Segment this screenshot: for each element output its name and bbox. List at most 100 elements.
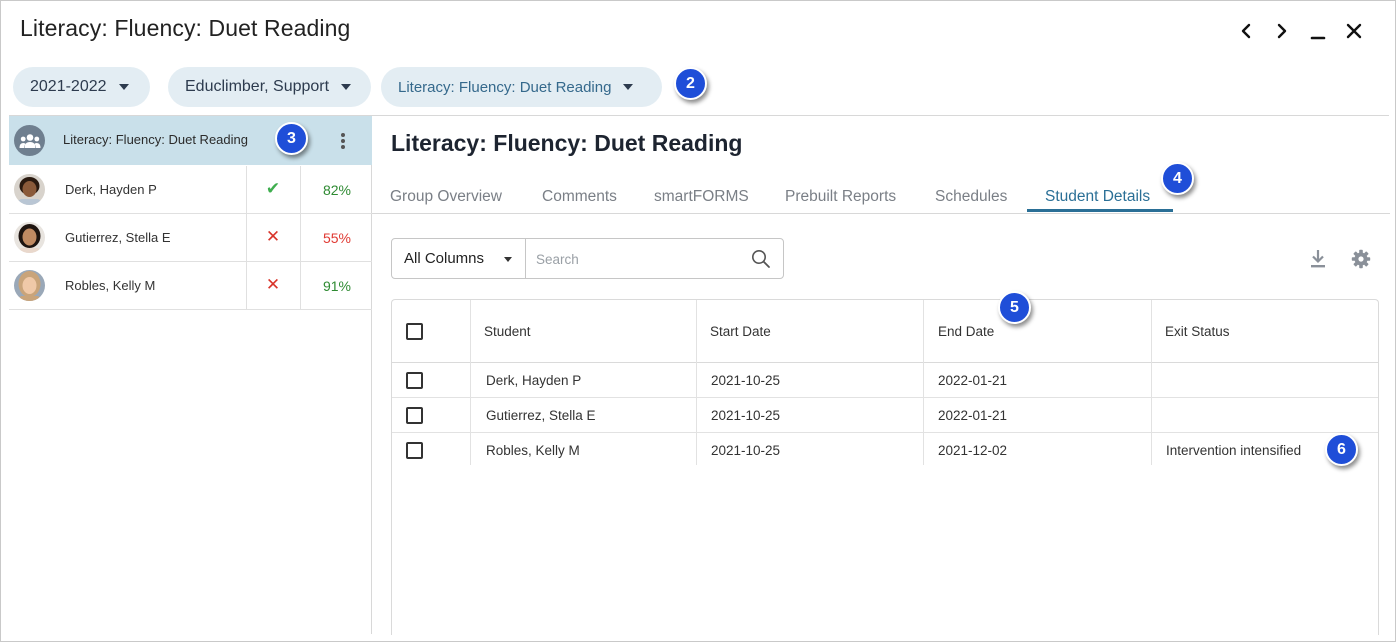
column-header-student[interactable]: Student	[484, 300, 684, 362]
callout-badge-4: 4	[1161, 162, 1194, 195]
search-icon[interactable]	[751, 249, 771, 269]
user-dropdown[interactable]: Educlimber, Support	[168, 67, 371, 107]
active-tab-indicator	[1027, 209, 1173, 212]
gear-icon[interactable]	[1351, 249, 1371, 269]
search-input[interactable]	[536, 249, 736, 269]
kebab-dot-icon	[341, 139, 345, 143]
select-all-checkbox[interactable]	[406, 322, 423, 340]
student-details-table: Student Start Date End Date Exit Status …	[391, 299, 1379, 635]
cross-icon: ✕	[265, 275, 281, 294]
window-controls	[1235, 19, 1365, 43]
user-dropdown-label: Educlimber, Support	[185, 78, 330, 95]
column-filter-label: All Columns	[404, 250, 485, 267]
cross-icon: ✕	[265, 227, 281, 246]
row-checkbox[interactable]	[406, 372, 423, 389]
sidebar-student-row[interactable]: Gutierrez, Stella E ✕ 55%	[9, 214, 372, 262]
column-divider	[300, 166, 301, 213]
row-select-cell	[406, 364, 423, 397]
table-row[interactable]: Gutierrez, Stella E 2021-10-25 2022-01-2…	[392, 399, 1378, 433]
sidebar-group-row[interactable]: Literacy: Fluency: Duet Reading	[9, 116, 372, 165]
caret-down-icon	[504, 257, 512, 262]
callout-badge-5: 5	[998, 291, 1031, 324]
year-dropdown[interactable]: 2021-2022	[13, 67, 150, 107]
tab-prebuilt-reports[interactable]: Prebuilt Reports	[785, 188, 896, 206]
student-avatar	[14, 222, 45, 253]
student-name: Derk, Hayden P	[65, 182, 157, 197]
row-checkbox[interactable]	[406, 407, 423, 424]
column-divider	[300, 214, 301, 261]
student-name: Gutierrez, Stella E	[65, 230, 171, 245]
tab-group-overview[interactable]: Group Overview	[390, 188, 502, 206]
sidebar-student-row[interactable]: Robles, Kelly M ✕ 91%	[9, 262, 372, 310]
minimize-button[interactable]	[1307, 19, 1329, 43]
sidebar: Literacy: Fluency: Duet Reading Derk, Ha…	[9, 116, 372, 634]
table-row[interactable]: Derk, Hayden P 2021-10-25 2022-01-21	[392, 364, 1378, 398]
cell-end-date: 2021-12-02	[938, 442, 1008, 458]
cell-exit-status: Intervention intensified	[1166, 442, 1302, 458]
student-photo-icon	[14, 174, 45, 205]
close-button[interactable]	[1343, 19, 1365, 43]
tab-smartforms[interactable]: smartFORMS	[654, 188, 749, 206]
chevron-left-icon	[1241, 23, 1251, 39]
cell-start-date: 2021-10-25	[711, 408, 781, 423]
window-title: Literacy: Fluency: Duet Reading	[20, 15, 351, 41]
page-title: Literacy: Fluency: Duet Reading	[391, 130, 743, 156]
callout-badge-2: 2	[674, 67, 707, 100]
tab-schedules[interactable]: Schedules	[935, 188, 1007, 206]
student-percent: 91%	[322, 278, 352, 294]
row-checkbox[interactable]	[406, 441, 423, 459]
group-options-menu[interactable]	[335, 130, 351, 152]
group-avatar	[14, 125, 45, 156]
checkmark-icon: ✔	[265, 179, 281, 198]
row-select-cell	[406, 433, 423, 467]
tab-student-details[interactable]: Student Details	[1045, 188, 1150, 206]
minimize-icon	[1310, 36, 1326, 40]
column-divider	[246, 166, 247, 213]
caret-down-icon	[341, 84, 352, 90]
sidebar-group-name: Literacy: Fluency: Duet Reading	[63, 132, 248, 147]
cell-end-date: 2022-01-21	[938, 408, 1008, 423]
app-window: Literacy: Fluency: Duet Reading 2021-202…	[0, 0, 1396, 642]
cell-student: Gutierrez, Stella E	[486, 408, 596, 423]
caret-down-icon	[118, 84, 129, 90]
student-percent: 55%	[322, 230, 352, 246]
cell-student: Robles, Kelly M	[486, 442, 580, 458]
next-button[interactable]	[1271, 19, 1293, 43]
cell-start-date: 2021-10-25	[711, 442, 781, 458]
student-photo-icon	[14, 270, 45, 301]
tab-bar: Group Overview Comments smartFORMS Prebu…	[372, 185, 1390, 214]
table-header-row: Student Start Date End Date Exit Status	[392, 300, 1378, 363]
cell-end-date: 2022-01-21	[938, 373, 1008, 388]
student-photo-icon	[14, 222, 45, 253]
tab-comments[interactable]: Comments	[542, 188, 617, 206]
caret-down-icon	[623, 84, 634, 90]
download-icon[interactable]	[1310, 249, 1326, 269]
chevron-right-icon	[1277, 23, 1287, 39]
student-name: Robles, Kelly M	[65, 278, 156, 293]
column-divider	[300, 262, 301, 309]
cell-start-date: 2021-10-25	[711, 373, 781, 388]
student-avatar	[14, 174, 45, 205]
search-box	[525, 238, 784, 279]
cell-student: Derk, Hayden P	[486, 373, 582, 388]
column-divider	[246, 262, 247, 309]
column-header-start-date[interactable]: Start Date	[710, 300, 910, 362]
year-dropdown-label: 2021-2022	[30, 78, 107, 95]
column-header-end-date[interactable]: End Date	[938, 300, 1138, 362]
group-dropdown[interactable]: Literacy: Fluency: Duet Reading	[381, 67, 662, 107]
users-group-icon	[19, 133, 40, 148]
column-filter-select[interactable]: All Columns	[391, 238, 526, 279]
kebab-dot-icon	[341, 145, 345, 149]
column-header-exit-status[interactable]: Exit Status	[1165, 300, 1365, 362]
column-divider	[470, 300, 471, 363]
student-percent: 82%	[322, 182, 352, 198]
student-avatar	[14, 270, 45, 301]
row-select-cell	[406, 399, 423, 432]
close-icon	[1346, 23, 1362, 39]
column-divider	[246, 214, 247, 261]
kebab-dot-icon	[341, 133, 345, 137]
table-row[interactable]: Robles, Kelly M 2021-10-25 2021-12-02 In…	[392, 433, 1378, 467]
sidebar-student-row[interactable]: Derk, Hayden P ✔ 82%	[9, 166, 372, 214]
previous-button[interactable]	[1235, 19, 1257, 43]
group-dropdown-label: Literacy: Fluency: Duet Reading	[398, 78, 612, 96]
